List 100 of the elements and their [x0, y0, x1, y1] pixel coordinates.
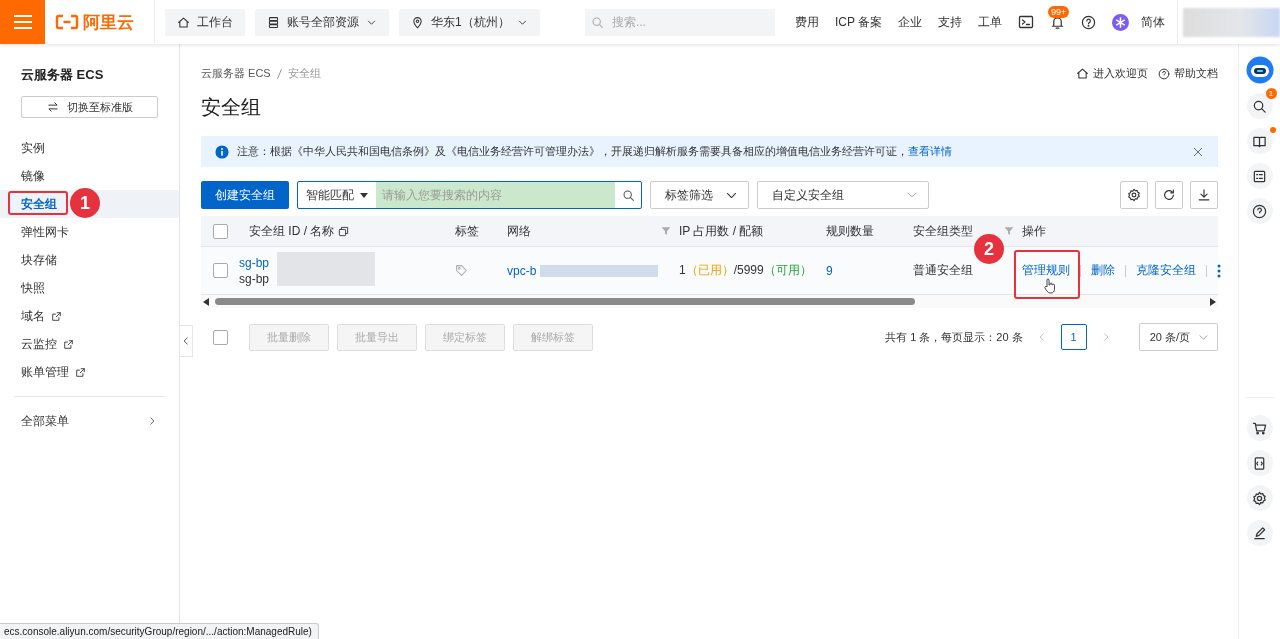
- rule-count-link[interactable]: 9: [826, 263, 833, 278]
- page-size-dropdown[interactable]: 20 条/页: [1138, 323, 1218, 351]
- edit-button[interactable]: [1246, 520, 1273, 546]
- help-icon: [1252, 203, 1267, 219]
- group-type-dropdown[interactable]: 自定义安全组: [757, 181, 929, 209]
- checkbox[interactable]: [212, 223, 228, 239]
- help-icon: [1158, 67, 1170, 80]
- more-icon[interactable]: [1217, 263, 1221, 278]
- nav-link[interactable]: 费用: [794, 13, 819, 31]
- chevron-left-icon: [181, 336, 191, 346]
- all-menu-item[interactable]: 全部菜单: [0, 407, 179, 435]
- search-field[interactable]: 智能匹配 请输入您要搜索的内容: [297, 181, 642, 209]
- collapse-handle[interactable]: [179, 325, 193, 357]
- search-button[interactable]: [1246, 93, 1273, 119]
- terminal-icon: [1018, 14, 1034, 30]
- scroll-left-icon[interactable]: [203, 297, 209, 306]
- status-url: ecs.console.aliyun.com/securityGroup/region/.../action:ManagedRule): [4, 626, 312, 637]
- api-button[interactable]: [1246, 450, 1273, 476]
- logo-icon: [55, 14, 79, 30]
- language-link[interactable]: 简体: [1141, 13, 1165, 31]
- checklist-button[interactable]: [1246, 163, 1273, 189]
- nav-button[interactable]: 工作台: [165, 8, 245, 36]
- tag-icon: [455, 264, 468, 277]
- nav-button[interactable]: 华东1（杭州）: [399, 8, 540, 36]
- breadcrumb-item[interactable]: 云服务器 ECS: [201, 66, 271, 81]
- step-marker: 1: [70, 188, 100, 218]
- download-icon: [1197, 188, 1211, 202]
- sidebar-item[interactable]: 镜像: [0, 162, 179, 190]
- refresh-button[interactable]: [1155, 181, 1183, 209]
- menu-button[interactable]: [0, 0, 45, 44]
- group-id-link[interactable]: sg-bp: [239, 255, 270, 270]
- nav-link[interactable]: 支持: [938, 13, 962, 31]
- column-header: 标签: [455, 222, 479, 240]
- page-button[interactable]: 1: [1060, 324, 1087, 350]
- database-icon: [267, 15, 280, 29]
- details-link[interactable]: 查看详情: [908, 145, 952, 157]
- nav-link[interactable]: ICP 备案: [834, 13, 882, 31]
- search-icon: [1252, 98, 1267, 114]
- search-icon: [621, 188, 635, 202]
- scroll-right-icon[interactable]: [1210, 297, 1216, 306]
- header-link[interactable]: 进入欢迎页: [1076, 66, 1148, 81]
- action-link[interactable]: 删除: [1091, 262, 1115, 279]
- home-icon: [1076, 67, 1089, 80]
- scrollbar[interactable]: [201, 295, 1218, 308]
- checkbox[interactable]: [212, 329, 228, 345]
- settings-icon: [1127, 188, 1141, 202]
- search-icon: [590, 15, 604, 29]
- sidebar-item[interactable]: 安全组 1: [0, 190, 179, 218]
- download-button[interactable]: [1190, 181, 1218, 209]
- action-link[interactable]: 克隆安全组: [1136, 262, 1196, 279]
- cart-icon: [1252, 420, 1267, 436]
- help-button[interactable]: [1246, 198, 1273, 224]
- edit-icon: [1252, 525, 1267, 541]
- switch-version-button[interactable]: 切换至标准版: [21, 96, 158, 118]
- notification-dot: [1269, 127, 1276, 133]
- book-button[interactable]: [1246, 128, 1273, 154]
- table-cell: 普通安全组: [913, 262, 973, 279]
- settings-icon: [1252, 490, 1267, 506]
- page-title: 安全组: [201, 95, 262, 120]
- column-header: 网络: [507, 222, 531, 240]
- cart-button[interactable]: [1246, 415, 1273, 441]
- column-header: 安全组类型: [913, 222, 973, 240]
- pagination-summary: 共有 1 条，每页显示：20 条: [885, 329, 1023, 345]
- sidebar-item[interactable]: 云监控: [0, 330, 179, 358]
- caret-icon: [360, 192, 368, 198]
- nav-link[interactable]: 工单: [978, 13, 1002, 31]
- settings-button[interactable]: [1246, 485, 1273, 511]
- table-cell: 1（已用）/5999（可用）: [679, 262, 812, 279]
- breadcrumb-item: 安全组: [287, 66, 321, 81]
- tag-filter-dropdown[interactable]: 标签筛选: [650, 181, 749, 209]
- settings-button[interactable]: [1120, 181, 1148, 209]
- sidebar-item[interactable]: 实例: [0, 134, 179, 162]
- column-header: 操作: [1022, 222, 1046, 240]
- sidebar-title: 云服务器 ECS: [20, 66, 105, 84]
- notice-text: 注意：根据《中华人民共和国电信条例》及《电信业务经营许可管理办法》，开展递归解析服务需要具备相应的增值电信业务经营许可证，查看详情: [237, 144, 952, 159]
- assistant-robot-icon[interactable]: [1245, 56, 1274, 84]
- search-mode-dropdown[interactable]: 智能匹配: [298, 182, 376, 208]
- chevron-right-icon: [147, 416, 157, 426]
- assistant-icon[interactable]: [1112, 13, 1129, 31]
- nav-button[interactable]: 账号全部资源: [255, 8, 389, 36]
- column-header: 安全组 ID / 名称: [249, 222, 335, 240]
- location-pin-icon: [411, 15, 424, 29]
- help-icon: [1081, 14, 1096, 30]
- api-icon: [1252, 455, 1267, 471]
- close-icon: [1192, 145, 1204, 158]
- sidebar-item[interactable]: 账单管理: [0, 358, 179, 386]
- group-name: sg-bp: [239, 271, 270, 286]
- header-link[interactable]: 帮助文档: [1158, 66, 1218, 81]
- sidebar-item[interactable]: 块存储: [0, 246, 179, 274]
- create-button[interactable]: 创建安全组: [201, 181, 289, 209]
- highlight-frame: [8, 191, 68, 215]
- column-header: IP 占用数 / 配额: [679, 222, 764, 240]
- action-link[interactable]: 管理规则: [1022, 262, 1070, 279]
- vpc-link[interactable]: vpc-b: [507, 263, 537, 278]
- checkbox[interactable]: [212, 263, 228, 278]
- sidebar-item[interactable]: 快照: [0, 274, 179, 302]
- sidebar-item[interactable]: 弹性网卡: [0, 218, 179, 246]
- nav-link[interactable]: 企业: [898, 13, 922, 31]
- info-icon: [215, 144, 229, 159]
- sidebar-item[interactable]: 域名: [0, 302, 179, 330]
